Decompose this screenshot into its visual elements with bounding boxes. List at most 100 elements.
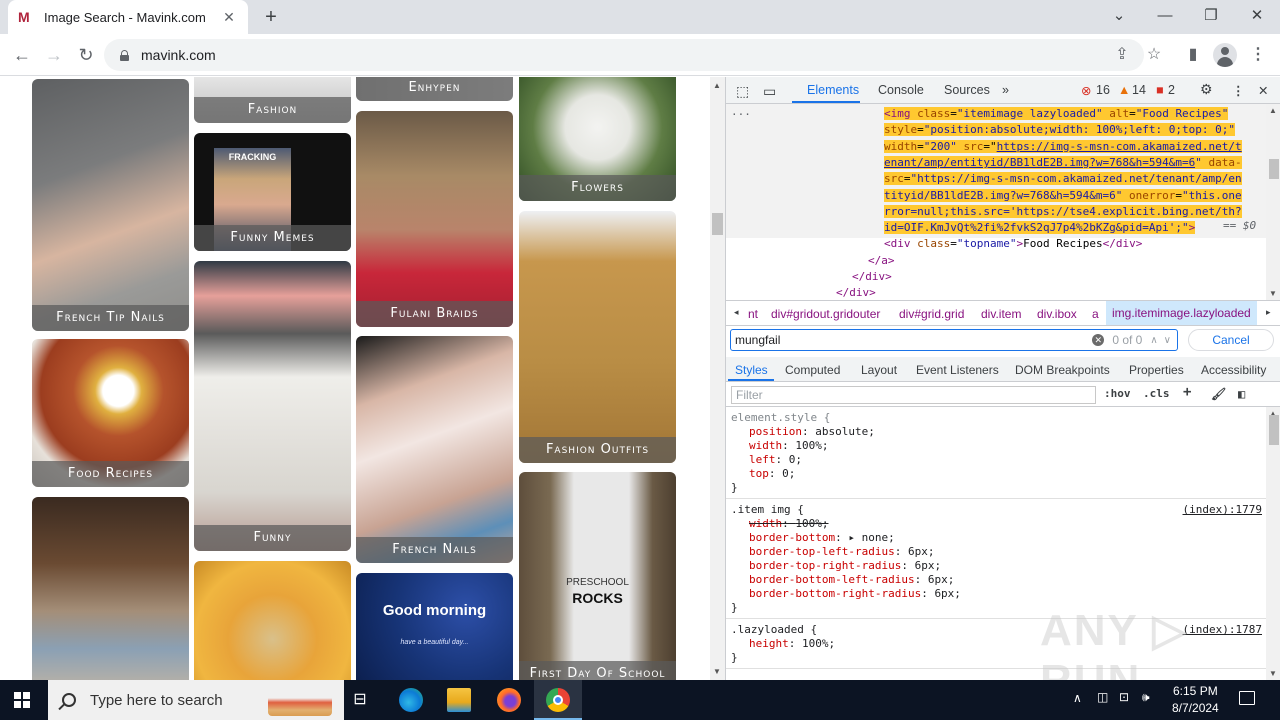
task-view-icon[interactable]: ⊟ (348, 688, 372, 712)
subtab-event-listeners[interactable]: Event Listeners (916, 363, 999, 377)
search-query[interactable]: mungfail (735, 333, 1092, 347)
style-declaration[interactable]: border-bottom-right-radius: 6px; (731, 587, 1261, 601)
property-value[interactable]: absolute; (815, 425, 875, 438)
style-declaration[interactable]: width: 100%; (731, 517, 1261, 531)
forward-arrow-icon[interactable]: → (41, 43, 67, 67)
file-explorer-icon[interactable] (447, 688, 471, 712)
minimize-icon[interactable]: — (1150, 4, 1180, 28)
style-declaration[interactable]: position: absolute; (731, 425, 1261, 439)
tab-search-chevron-down-icon[interactable]: ⌄ (1104, 4, 1134, 28)
dom-line[interactable]: id=OIF.KmJvQt%2fi%2fvkS2qJ7p4%2bKZg&pid=… (884, 220, 1196, 236)
notifications-icon[interactable] (1239, 691, 1255, 705)
edge-icon[interactable] (399, 688, 423, 712)
style-declaration[interactable]: top: 0; (731, 467, 1261, 481)
property-name[interactable]: top (749, 467, 769, 480)
subtab-layout[interactable]: Layout (861, 363, 897, 377)
image-card[interactable]: PRESCHOOL ROCKS First Day Of School (519, 472, 676, 680)
image-card[interactable]: Fashion (194, 77, 351, 123)
style-declaration[interactable]: border-top-left-radius: 6px; (731, 545, 1261, 559)
style-declaration[interactable]: width: 100%; (731, 439, 1261, 453)
search-cancel-button[interactable]: Cancel (1188, 329, 1274, 351)
dom-line[interactable]: <img class="itemimage lazyloaded" alt="F… (884, 106, 1229, 122)
meet-now-icon[interactable]: ◫ (1097, 690, 1108, 704)
breadcrumb-current[interactable]: img.itemimage.lazyloaded (1106, 301, 1257, 325)
device-toolbar-icon[interactable]: ▭ (763, 83, 776, 100)
window-close-icon[interactable]: ✕ (1242, 4, 1272, 28)
property-name[interactable]: border-top-right-radius (749, 559, 901, 572)
image-card[interactable]: Good morning have a beautiful day... (356, 573, 513, 680)
new-style-rule-icon[interactable]: + (1183, 384, 1191, 400)
dom-line[interactable]: src="https://img-s-msn-com.akamaized.net… (884, 171, 1242, 187)
tab-elements[interactable]: Elements (807, 83, 859, 97)
style-declaration[interactable]: border-bottom-left-radius: 6px; (731, 573, 1261, 587)
dom-line[interactable]: </div> (836, 285, 876, 300)
rule-source-link[interactable]: (index):1779 (1183, 503, 1262, 516)
issues-icon[interactable]: ■ (1156, 83, 1164, 97)
error-icon[interactable]: ⊗ (1081, 83, 1091, 98)
breadcrumb-item[interactable]: div.ibox (1037, 307, 1077, 321)
windows-start-icon[interactable] (14, 692, 30, 708)
property-value[interactable]: 0; (782, 467, 795, 480)
property-value[interactable]: 6px; (915, 559, 942, 572)
dom-ellipsis[interactable]: ... (731, 104, 751, 120)
dom-scroll-down-icon[interactable]: ▼ (1269, 289, 1277, 298)
property-name[interactable]: border-bottom (749, 531, 835, 544)
style-declaration[interactable]: left: 0; (731, 453, 1261, 467)
side-panel-icon[interactable]: ▮ (1181, 43, 1205, 67)
profile-avatar-icon[interactable] (1213, 43, 1237, 67)
clear-search-icon[interactable]: ✕ (1092, 334, 1105, 346)
show-hidden-icons-chevron-icon[interactable]: ∧ (1073, 691, 1082, 705)
hover-state-toggle[interactable]: :hov (1104, 387, 1131, 400)
image-card[interactable] (32, 497, 189, 680)
devtools-menu-icon[interactable]: ⋮ (1232, 83, 1245, 98)
tab-console[interactable]: Console (878, 83, 924, 97)
page-scrollbar-thumb[interactable] (712, 213, 723, 235)
breadcrumb-item[interactable]: div#gridout.gridouter (771, 307, 880, 321)
breadcrumb-item[interactable]: nt (748, 307, 758, 321)
image-card[interactable]: Food Recipes (32, 339, 189, 487)
image-card[interactable]: Funny (194, 261, 351, 551)
property-value[interactable]: 0; (789, 453, 802, 466)
dom-line[interactable]: tityid/BB1ldE2B.img?w=768&h=594&m=6" one… (884, 188, 1242, 204)
paint-brush-icon[interactable]: 🖌 (1211, 387, 1226, 401)
reload-icon[interactable]: ↻ (73, 43, 99, 67)
warning-icon[interactable]: ▲ (1118, 83, 1130, 97)
warning-count[interactable]: 14 (1132, 83, 1146, 97)
subtab-computed[interactable]: Computed (785, 363, 840, 377)
image-card[interactable]: French Nails (356, 336, 513, 563)
rule-selector[interactable]: .item img { (731, 503, 1261, 517)
restore-icon[interactable]: ❐ (1196, 4, 1226, 28)
property-name[interactable]: left (749, 453, 776, 466)
bookmark-star-icon[interactable]: ☆ (1142, 43, 1166, 67)
scroll-up-arrow-icon[interactable]: ▲ (713, 81, 721, 90)
dom-search-input[interactable]: mungfail ✕ 0 of 0 ∧ ∨ (730, 329, 1178, 351)
breadcrumb-item[interactable]: a (1092, 307, 1099, 321)
tab-sources[interactable]: Sources (944, 83, 990, 97)
property-value[interactable]: ▸ none; (848, 531, 894, 544)
subtab-dom-breakpoints[interactable]: DOM Breakpoints (1015, 363, 1110, 377)
issues-count[interactable]: 2 (1168, 83, 1175, 97)
image-card[interactable]: Fulani Braids (356, 111, 513, 327)
property-name[interactable]: width (749, 439, 782, 452)
styles-filter-input[interactable]: Filter (731, 386, 1096, 404)
image-card[interactable]: Enhypen (356, 77, 513, 101)
dom-line[interactable]: </a> (868, 253, 895, 269)
property-value[interactable]: 6px; (928, 573, 955, 586)
property-name[interactable]: width (749, 517, 782, 530)
more-tabs-icon[interactable]: » (1002, 83, 1009, 97)
dom-line[interactable]: <div class="topname">Food Recipes</div> (884, 236, 1142, 252)
devtools-close-icon[interactable]: ✕ (1258, 83, 1268, 98)
new-tab-button[interactable]: + (260, 6, 282, 29)
property-value[interactable]: 6px; (934, 587, 961, 600)
inspect-element-icon[interactable]: ⬚ (736, 83, 749, 100)
style-declaration[interactable]: border-top-right-radius: 6px; (731, 559, 1261, 573)
next-match-icon[interactable]: ∨ (1164, 335, 1171, 346)
back-arrow-icon[interactable]: ← (9, 43, 35, 67)
chrome-icon[interactable] (546, 688, 570, 712)
breadcrumb-item[interactable]: div.item (981, 307, 1021, 321)
browser-tab[interactable]: M Image Search - Mavink.com ✕ (8, 0, 248, 34)
network-icon[interactable]: ⊡ (1119, 690, 1129, 704)
dom-line[interactable]: enant/amp/entityid/BB1ldE2B.img?w=768&h=… (884, 155, 1242, 171)
kebab-menu-icon[interactable]: ⋮ (1246, 43, 1270, 67)
property-value[interactable]: 100%; (795, 517, 828, 530)
